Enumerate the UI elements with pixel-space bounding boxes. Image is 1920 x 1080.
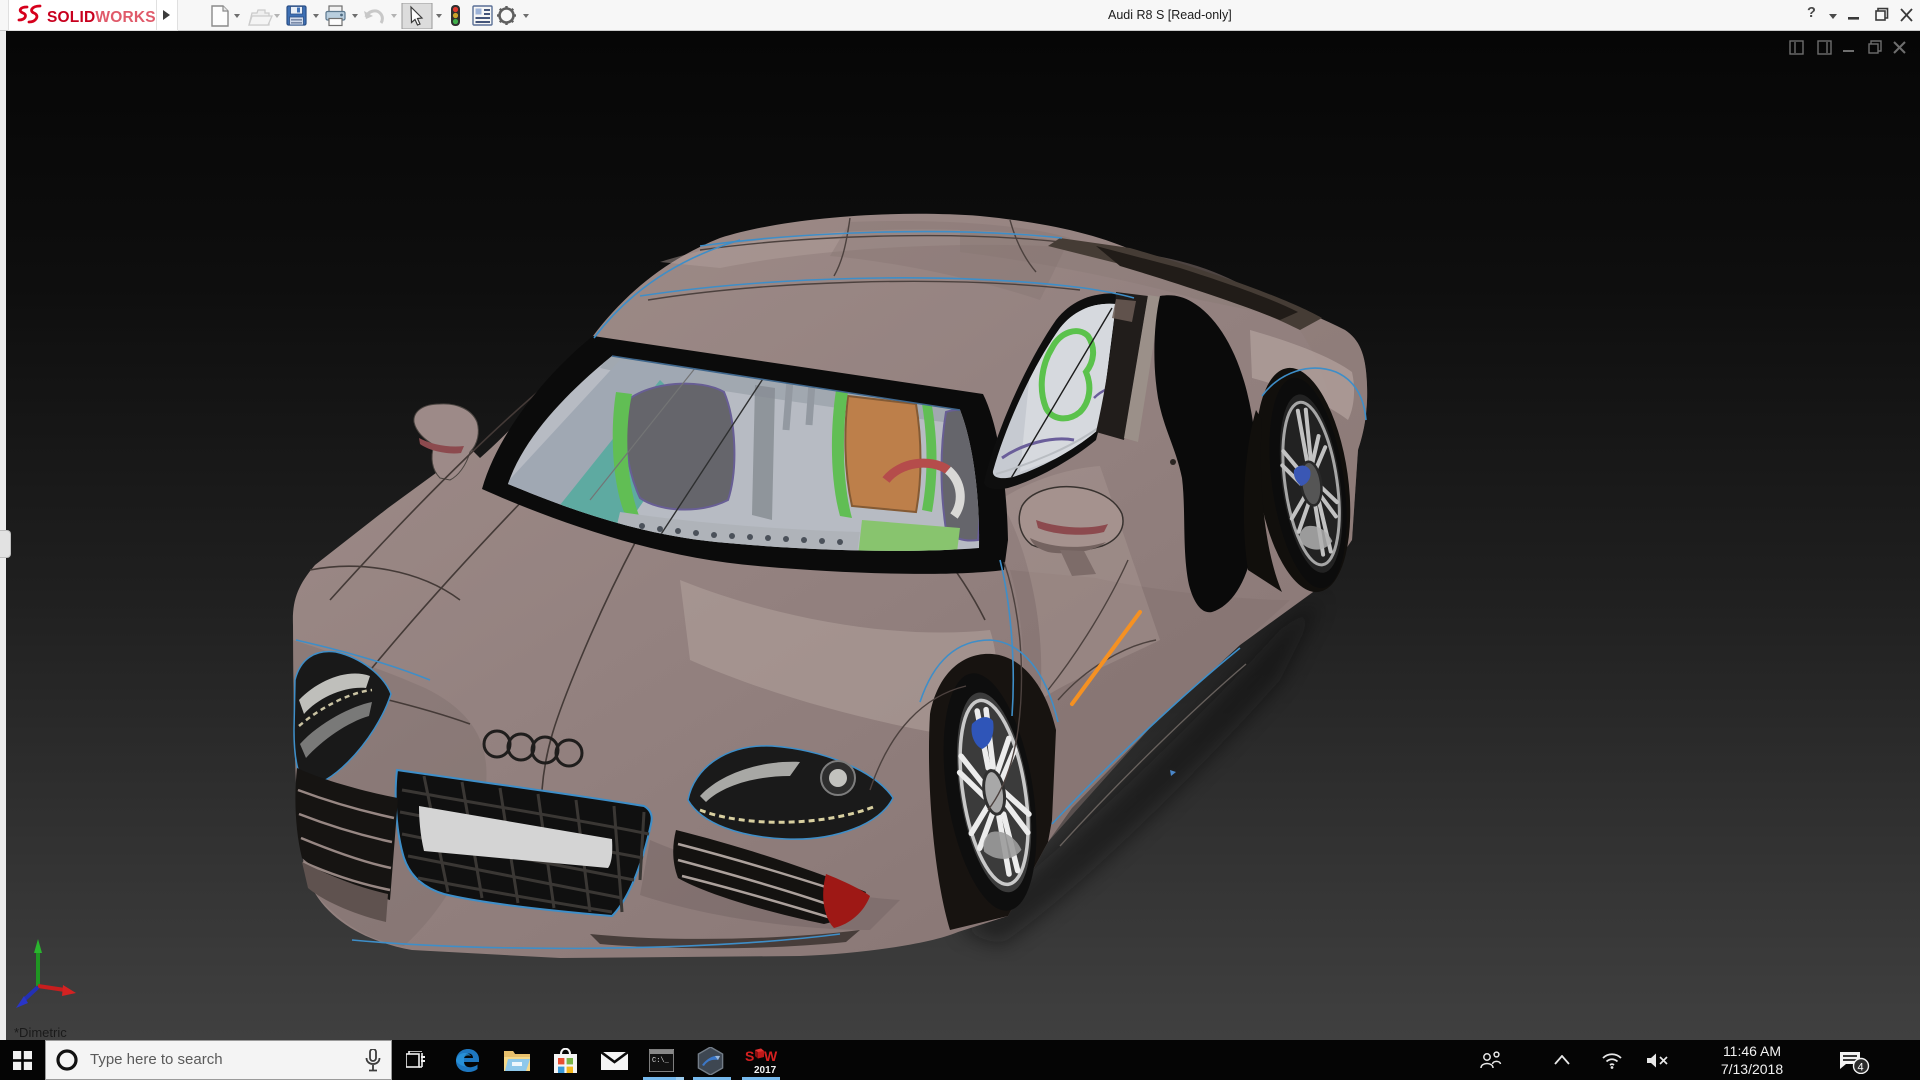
svg-text:C:\_: C:\_: [652, 1057, 670, 1065]
svg-text:2017: 2017: [754, 1065, 777, 1075]
svg-text:S: S: [745, 1048, 754, 1064]
svg-text:4: 4: [1858, 1062, 1864, 1074]
svg-text:*Dimetric: *Dimetric: [14, 1025, 67, 1040]
svg-text:W: W: [764, 1048, 778, 1064]
svg-text:SOLIDWORKS: SOLIDWORKS: [47, 9, 156, 26]
